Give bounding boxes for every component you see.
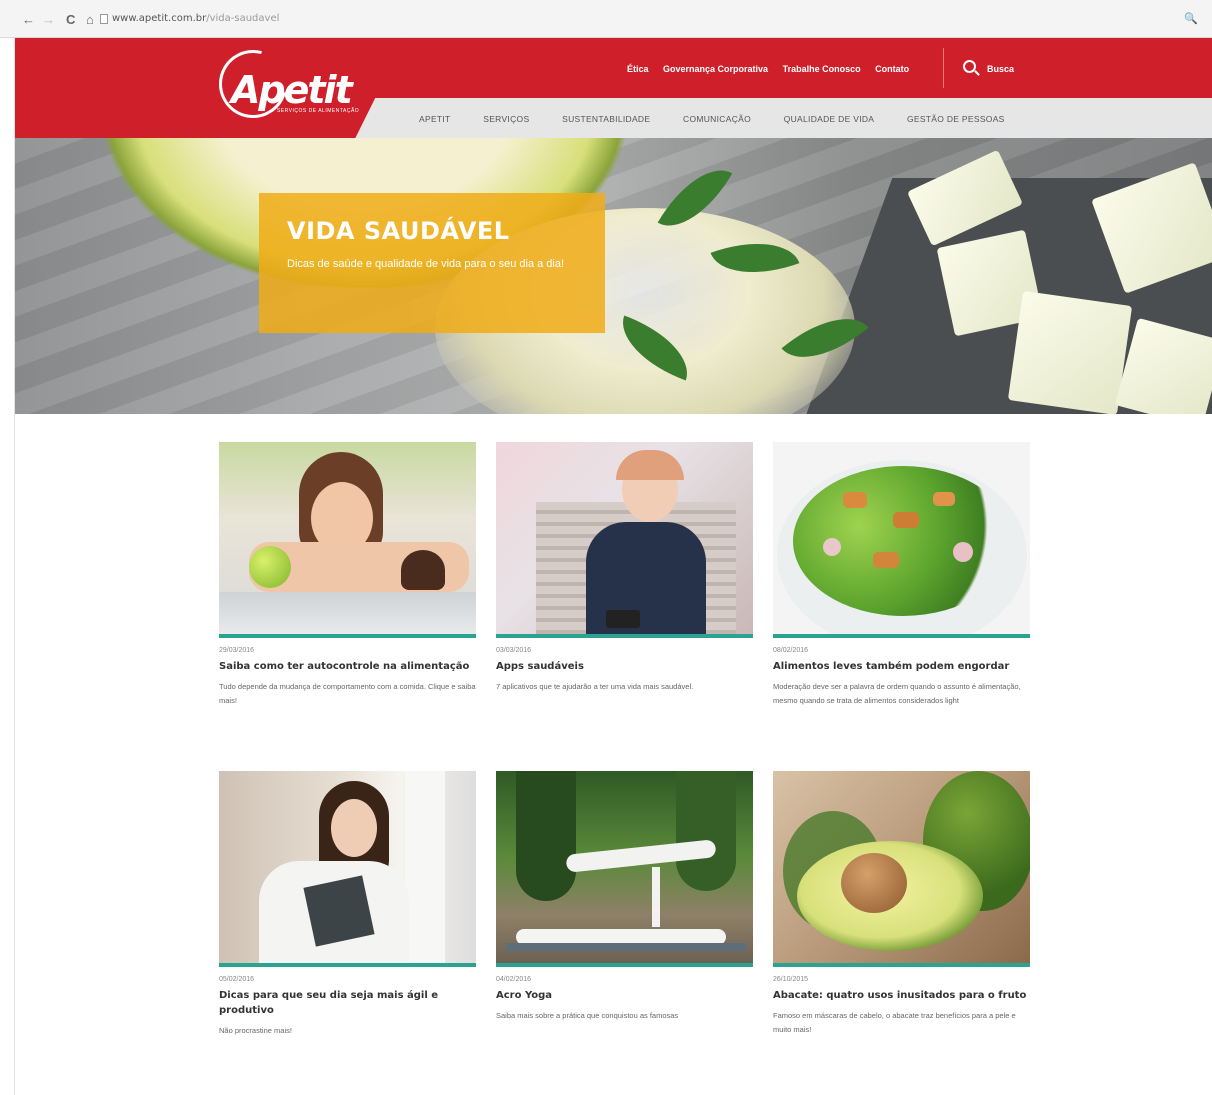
article-description: Famoso em máscaras de cabelo, o abacate … bbox=[773, 1011, 1016, 1034]
card-accent-bar bbox=[773, 963, 1030, 967]
top-link-governanca[interactable]: Governança Corporativa bbox=[663, 64, 768, 74]
chicken-piece-icon bbox=[843, 492, 867, 508]
article-title[interactable]: Apps saudáveis bbox=[496, 659, 753, 674]
window-frame bbox=[405, 771, 445, 963]
forward-icon[interactable]: → bbox=[42, 13, 55, 27]
article-description: Tudo depende da mudança de comportamento… bbox=[219, 682, 476, 705]
article-description: Não procrastine mais! bbox=[219, 1026, 292, 1035]
top-links: Ética Governança Corporativa Trabalhe Co… bbox=[627, 64, 921, 74]
nav-item-sustentabilidade[interactable]: SUSTENTABILIDADE bbox=[562, 114, 650, 124]
notebook-icon bbox=[303, 875, 375, 947]
article-image-avocado[interactable] bbox=[773, 771, 1030, 963]
article-title[interactable]: Dicas para que seu dia seja mais ágil e … bbox=[219, 988, 476, 1018]
article-image-salad[interactable] bbox=[773, 442, 1030, 634]
article-date: 03/03/2016 bbox=[496, 647, 532, 654]
home-icon[interactable]: ⌂ bbox=[86, 13, 94, 27]
article-title[interactable]: Saiba como ter autocontrole na alimentaç… bbox=[219, 659, 476, 674]
card-accent-bar bbox=[496, 634, 753, 638]
chicken-piece-icon bbox=[893, 512, 919, 528]
article-date: 08/02/2016 bbox=[773, 647, 809, 654]
tree-shape bbox=[676, 771, 736, 891]
table-surface bbox=[219, 592, 476, 634]
article-title[interactable]: Alimentos leves também podem engordar bbox=[773, 659, 1030, 674]
hero-title-box: VIDA SAUDÁVEL Dicas de saúde e qualidade… bbox=[259, 193, 605, 333]
chicken-piece-icon bbox=[873, 552, 899, 568]
main-nav: APETIT SERVIÇOS SUSTENTABILIDADE COMUNIC… bbox=[419, 114, 1035, 124]
article-card[interactable]: 04/02/2016 Acro Yoga Saiba mais sobre a … bbox=[496, 771, 753, 1023]
hero-banner: VIDA SAUDÁVEL Dicas de saúde e qualidade… bbox=[15, 138, 1212, 414]
hair-shape bbox=[616, 450, 684, 480]
article-card[interactable]: 05/02/2016 Dicas para que seu dia seja m… bbox=[219, 771, 476, 1038]
logo-tagline: SERVIÇOS DE ALIMENTAÇÃO bbox=[277, 108, 360, 114]
article-description: Moderação deve ser a palavra de ordem qu… bbox=[773, 682, 1021, 705]
article-card[interactable]: 26/10/2015 Abacate: quatro usos inusitad… bbox=[773, 771, 1030, 1037]
url-path: /vida-saudavel bbox=[206, 13, 280, 24]
nav-item-servicos[interactable]: SERVIÇOS bbox=[483, 114, 529, 124]
article-card[interactable]: 03/03/2016 Apps saudáveis 7 aplicativos … bbox=[496, 442, 753, 694]
apple-icon bbox=[249, 546, 291, 588]
article-date: 04/02/2016 bbox=[496, 976, 532, 983]
chicken-piece-icon bbox=[933, 492, 955, 506]
article-description: 7 aplicativos que te ajudarão a ter uma … bbox=[496, 682, 694, 691]
phone-icon bbox=[606, 610, 640, 628]
zoom-icon[interactable]: 🔍 bbox=[1184, 12, 1198, 25]
article-date: 26/10/2015 bbox=[773, 976, 809, 983]
article-title[interactable]: Abacate: quatro usos inusitados para o f… bbox=[773, 988, 1030, 1003]
article-description: Saiba mais sobre a prática que conquisto… bbox=[496, 1011, 679, 1020]
yoga-mat bbox=[506, 943, 746, 951]
nav-item-comunicacao[interactable]: COMUNICAÇÃO bbox=[683, 114, 751, 124]
top-link-contato[interactable]: Contato bbox=[875, 64, 909, 74]
page-icon bbox=[100, 14, 108, 24]
article-date: 29/03/2016 bbox=[219, 647, 255, 654]
yoga-legs bbox=[652, 867, 660, 927]
reload-icon[interactable]: C bbox=[66, 13, 75, 27]
card-accent-bar bbox=[219, 634, 476, 638]
search-button[interactable]: Busca bbox=[987, 64, 1014, 74]
header-divider bbox=[943, 48, 944, 88]
article-image-woman-notebook[interactable] bbox=[219, 771, 476, 963]
logo[interactable]: Apetit bbox=[231, 68, 353, 112]
card-accent-bar bbox=[219, 963, 476, 967]
face-shape bbox=[331, 799, 377, 857]
radish-icon bbox=[823, 538, 841, 556]
melon-cube-image bbox=[1007, 290, 1133, 414]
card-accent-bar bbox=[773, 634, 1030, 638]
browser-toolbar: ← → C ⌂ www.apetit.com.br/vida-saudavel … bbox=[0, 0, 1212, 38]
avocado-seed-icon bbox=[841, 853, 907, 913]
nav-item-apetit[interactable]: APETIT bbox=[419, 114, 451, 124]
article-title[interactable]: Acro Yoga bbox=[496, 988, 753, 1003]
hero-subtitle: Dicas de saúde e qualidade de vida para … bbox=[287, 258, 565, 270]
tree-shape bbox=[516, 771, 576, 901]
page-title: VIDA SAUDÁVEL bbox=[287, 217, 510, 245]
address-bar[interactable]: www.apetit.com.br/vida-saudavel bbox=[112, 13, 279, 24]
url-host: www.apetit.com.br bbox=[112, 13, 207, 24]
card-accent-bar bbox=[496, 963, 753, 967]
article-image-acro-yoga[interactable] bbox=[496, 771, 753, 963]
web-page: Apetit SERVIÇOS DE ALIMENTAÇÃO Ética Gov… bbox=[14, 38, 1212, 1095]
search-icon[interactable] bbox=[963, 60, 976, 73]
top-link-trabalhe[interactable]: Trabalhe Conosco bbox=[783, 64, 861, 74]
back-icon[interactable]: ← bbox=[22, 13, 35, 27]
article-card[interactable]: 29/03/2016 Saiba como ter autocontrole n… bbox=[219, 442, 476, 708]
article-date: 05/02/2016 bbox=[219, 976, 255, 983]
article-card[interactable]: 08/02/2016 Alimentos leves também podem … bbox=[773, 442, 1030, 708]
top-link-etica[interactable]: Ética bbox=[627, 64, 649, 74]
radish-icon bbox=[953, 542, 973, 562]
nav-item-qualidade-de-vida[interactable]: QUALIDADE DE VIDA bbox=[784, 114, 875, 124]
article-image-woman-apple[interactable] bbox=[219, 442, 476, 634]
jacket-shape bbox=[586, 522, 706, 634]
nav-item-gestao-de-pessoas[interactable]: GESTÃO DE PESSOAS bbox=[907, 114, 1005, 124]
muffin-icon bbox=[401, 550, 445, 590]
article-image-woman-phone[interactable] bbox=[496, 442, 753, 634]
